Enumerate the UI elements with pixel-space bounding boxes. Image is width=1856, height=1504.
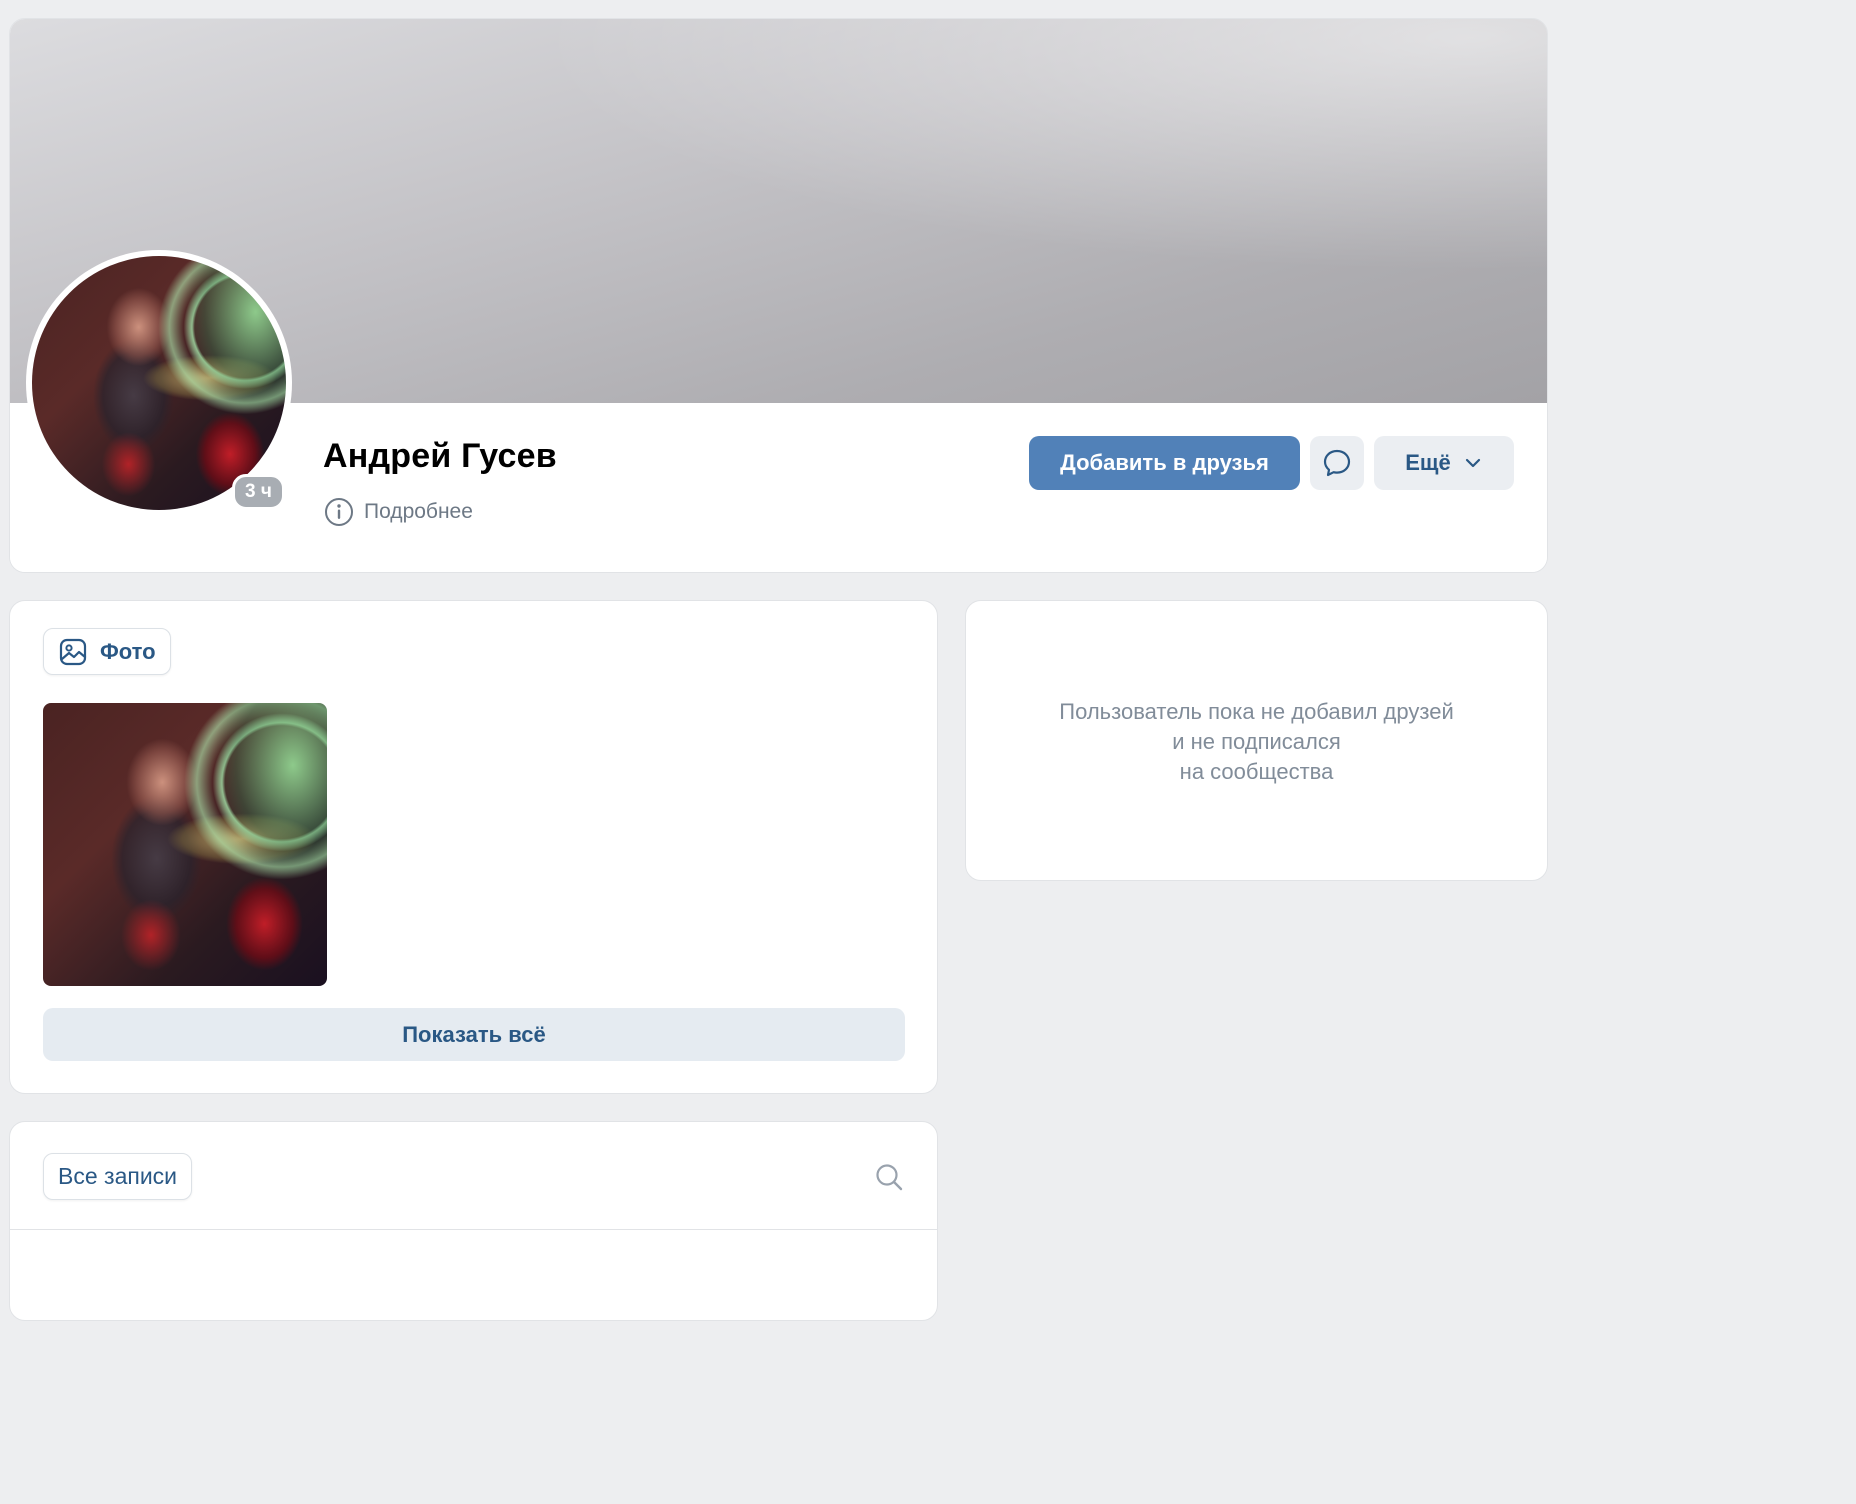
- chevron-down-icon: [1465, 458, 1480, 468]
- friends-empty-line: и не подписался: [1172, 729, 1341, 754]
- photos-card: Фото Показать всё: [9, 600, 938, 1094]
- photos-tab[interactable]: Фото: [43, 628, 171, 675]
- profile-name: Андрей Гусев: [323, 437, 557, 475]
- all-posts-tab[interactable]: Все записи: [43, 1153, 193, 1200]
- last-seen-badge: 3 ч: [232, 474, 285, 510]
- avatar-photo: [32, 256, 286, 510]
- details-link[interactable]: Подробнее: [324, 497, 473, 527]
- message-button[interactable]: [1310, 436, 1364, 490]
- show-all-photos-button[interactable]: Показать всё: [43, 1008, 905, 1061]
- friends-card: Пользователь пока не добавил друзей и не…: [965, 600, 1548, 881]
- wall-divider: [10, 1229, 937, 1230]
- more-label: Ещё: [1405, 450, 1451, 475]
- photos-tab-label: Фото: [100, 638, 156, 664]
- details-label: Подробнее: [364, 500, 473, 523]
- info-icon: [325, 498, 353, 526]
- message-bubble-icon: [1323, 449, 1351, 477]
- photo-thumbnail[interactable]: [43, 703, 327, 986]
- add-friend-button[interactable]: Добавить в друзья: [1029, 436, 1300, 490]
- search-icon[interactable]: [874, 1162, 904, 1192]
- friends-empty-line: Пользователь пока не добавил друзей: [1059, 699, 1454, 724]
- friends-empty-line: на сообщества: [1179, 759, 1334, 784]
- more-button[interactable]: Ещё: [1374, 436, 1514, 490]
- friends-empty-message: Пользователь пока не добавил друзей и не…: [966, 697, 1547, 787]
- image-icon: [59, 638, 87, 665]
- wall-card: Все записи: [9, 1121, 938, 1321]
